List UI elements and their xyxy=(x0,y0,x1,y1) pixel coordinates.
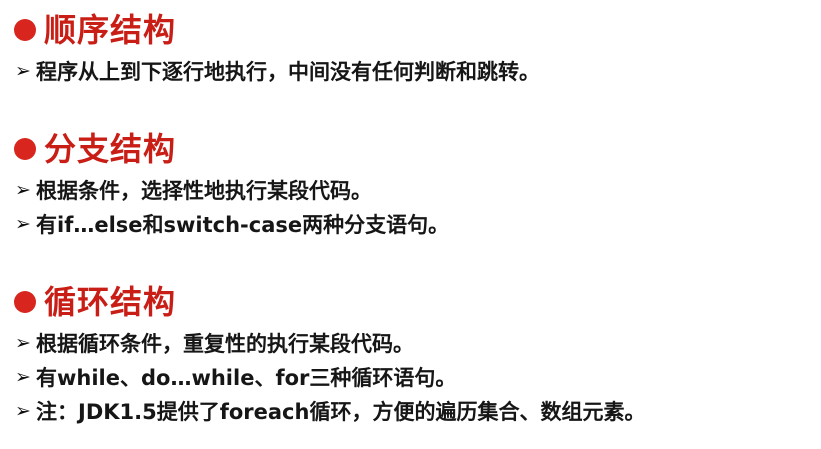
red-dot-icon xyxy=(14,291,36,313)
list-item-text: 根据条件，选择性地执行某段代码。 xyxy=(36,179,372,203)
arrowhead-icon: ➢ xyxy=(15,213,31,235)
section-branch: 分支结构 ➢ 根据条件，选择性地执行某段代码。 ➢ 有if…else和switc… xyxy=(14,125,814,241)
section-heading: 分支结构 xyxy=(14,125,814,173)
list-item: ➢ 程序从上到下逐行地执行，中间没有任何判断和跳转。 xyxy=(14,54,814,88)
section-title: 分支结构 xyxy=(44,130,177,168)
list-item-text: 注：JDK1.5提供了foreach循环，方便的遍历集合、数组元素。 xyxy=(36,400,646,424)
slide: 顺序结构 ➢ 程序从上到下逐行地执行，中间没有任何判断和跳转。 分支结构 ➢ 根… xyxy=(0,0,821,449)
arrowhead-icon: ➢ xyxy=(15,366,31,388)
section-sequential: 顺序结构 ➢ 程序从上到下逐行地执行，中间没有任何判断和跳转。 xyxy=(14,6,814,88)
arrowhead-icon: ➢ xyxy=(15,179,31,201)
list-item-text: 有while、do…while、for三种循环语句。 xyxy=(36,366,457,390)
list-item: ➢ 注：JDK1.5提供了foreach循环，方便的遍历集合、数组元素。 xyxy=(14,394,814,428)
list-item: ➢ 有if…else和switch-case两种分支语句。 xyxy=(14,207,814,241)
list-item-text: 有if…else和switch-case两种分支语句。 xyxy=(36,213,450,237)
red-dot-icon xyxy=(14,19,36,41)
section-title: 循环结构 xyxy=(44,283,177,321)
list-item: ➢ 根据循环条件，重复性的执行某段代码。 xyxy=(14,326,814,360)
arrowhead-icon: ➢ xyxy=(15,332,31,354)
arrowhead-icon: ➢ xyxy=(15,400,31,422)
red-dot-icon xyxy=(14,138,36,160)
list-item: ➢ 有while、do…while、for三种循环语句。 xyxy=(14,360,814,394)
section-heading: 顺序结构 xyxy=(14,6,814,54)
section-loop: 循环结构 ➢ 根据循环条件，重复性的执行某段代码。 ➢ 有while、do…wh… xyxy=(14,278,814,428)
list-item: ➢ 根据条件，选择性地执行某段代码。 xyxy=(14,173,814,207)
list-item-text: 根据循环条件，重复性的执行某段代码。 xyxy=(36,332,414,356)
list-item-text: 程序从上到下逐行地执行，中间没有任何判断和跳转。 xyxy=(36,60,540,84)
section-title: 顺序结构 xyxy=(44,11,177,49)
arrowhead-icon: ➢ xyxy=(15,60,31,82)
section-heading: 循环结构 xyxy=(14,278,814,326)
